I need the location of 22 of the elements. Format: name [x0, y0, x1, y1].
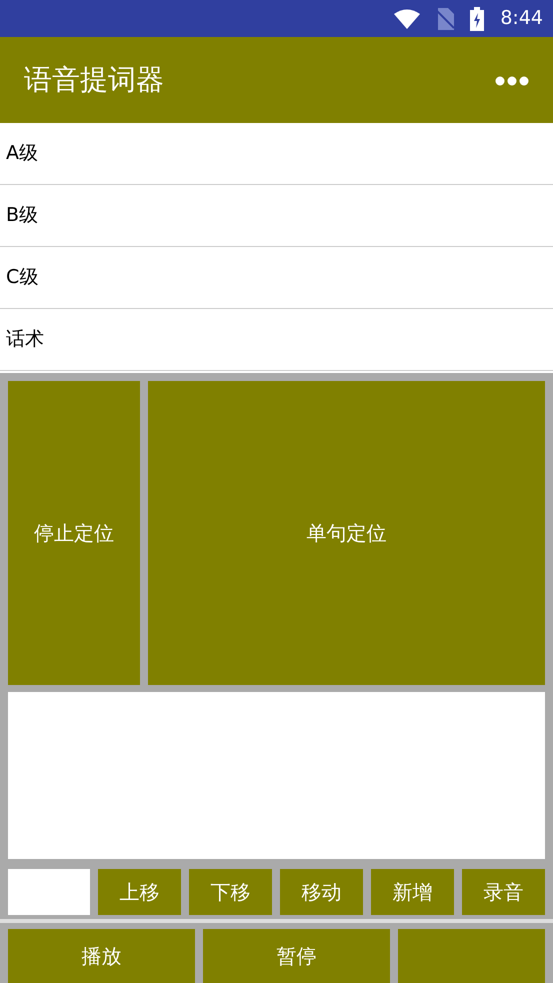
- list-item[interactable]: C级: [0, 247, 553, 309]
- status-time: 8:44: [500, 6, 543, 32]
- locate-button[interactable]: 停止定位: [8, 381, 140, 685]
- text-area[interactable]: [8, 692, 545, 859]
- locate-button[interactable]: 单句定位: [148, 381, 545, 685]
- battery-charging-icon: [470, 6, 484, 30]
- input-field[interactable]: [8, 869, 90, 915]
- action-button[interactable]: 下移: [189, 869, 272, 915]
- list-item[interactable]: B级: [0, 185, 553, 247]
- list-item[interactable]: 话术: [0, 309, 553, 371]
- more-menu-icon[interactable]: [495, 76, 529, 86]
- app-title: 语音提词器: [24, 62, 164, 98]
- action-button[interactable]: 上移: [98, 869, 181, 915]
- wifi-icon: [394, 8, 420, 28]
- action-button[interactable]: 移动: [280, 869, 363, 915]
- list-item[interactable]: A级: [0, 123, 553, 185]
- play-button[interactable]: [398, 929, 545, 983]
- action-button[interactable]: 录音: [462, 869, 545, 915]
- play-button[interactable]: 暂停: [203, 929, 390, 983]
- no-sim-icon: [436, 8, 454, 30]
- play-button[interactable]: 播放: [8, 929, 195, 983]
- action-button[interactable]: 新增: [371, 869, 454, 915]
